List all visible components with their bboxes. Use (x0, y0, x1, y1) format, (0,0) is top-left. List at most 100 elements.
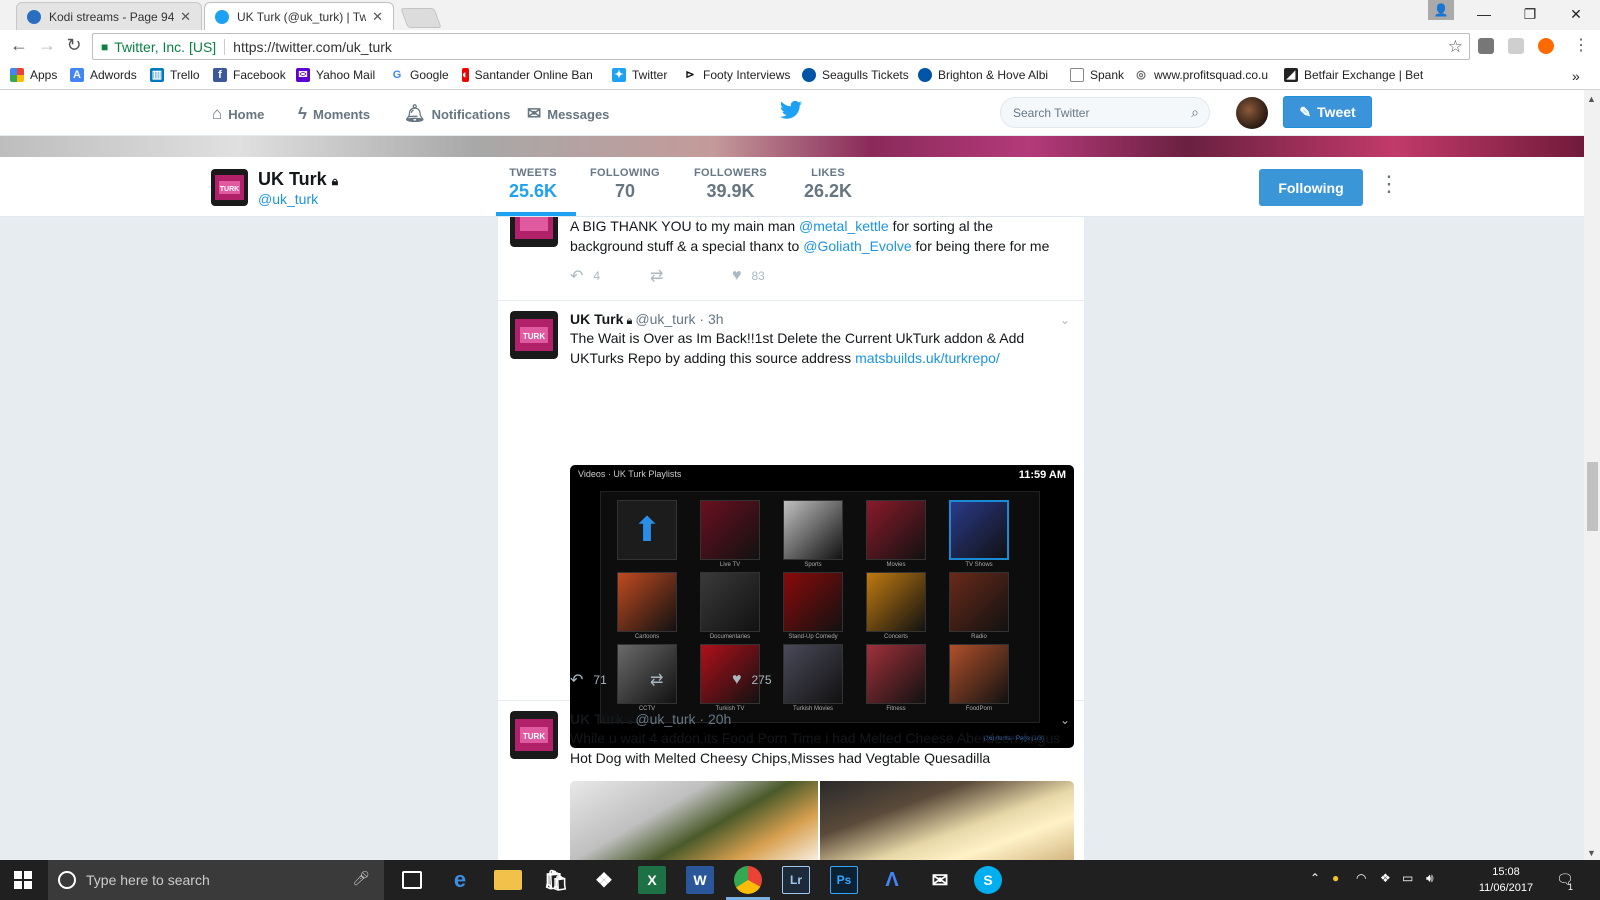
tweet[interactable]: A BIG THANK YOU to my main man @metal_ke… (498, 217, 1084, 301)
excel-icon[interactable]: X (638, 866, 666, 894)
bookmark-brighton-hove[interactable]: Brighton & Hove Albi (918, 68, 1056, 82)
mention-link[interactable]: @metal_kettle (799, 218, 889, 234)
tweet-author-handle[interactable]: @uk_turk (635, 711, 695, 727)
volume-icon[interactable]: 🔊︎ (1426, 871, 1434, 886)
reply-action[interactable]: ↶ 71 (570, 670, 650, 690)
file-explorer-icon[interactable] (494, 870, 522, 890)
restore-button[interactable]: ❐ (1510, 2, 1550, 26)
profile-avatar[interactable]: TURK (211, 169, 248, 206)
scroll-up-arrow-icon[interactable]: ▲ (1587, 94, 1596, 104)
scroll-down-arrow-icon[interactable]: ▼ (1587, 848, 1596, 858)
more-options-icon[interactable]: ⋮ (1378, 171, 1400, 197)
wifi-icon[interactable]: ◠ (1356, 871, 1366, 885)
tweet-timestamp[interactable]: · 3h (699, 311, 723, 327)
food-photo-quesadilla[interactable] (820, 781, 1074, 860)
tweet[interactable]: TURK ⌄ UK Turk 🔒︎ @uk_turk · 3h The Wait… (498, 301, 1084, 748)
search-icon[interactable]: ⌕ (1191, 104, 1199, 121)
bookmark-twitter[interactable]: ✦ Twitter (612, 68, 667, 82)
norton-icon[interactable]: ● (1332, 871, 1339, 885)
extension-icon[interactable] (1478, 38, 1494, 54)
adwords-editor-icon[interactable]: Λ (878, 866, 906, 894)
tweet[interactable]: TURK ⌄ UK Turk 🔒︎ @uk_turk · 20h While u… (498, 701, 1084, 860)
word-icon[interactable]: W (686, 866, 714, 894)
photoshop-icon[interactable]: Ps (830, 866, 858, 894)
tweet-avatar[interactable]: TURK (510, 711, 558, 759)
extension-icon[interactable] (1508, 38, 1524, 54)
forward-arrow-icon[interactable]: → (36, 35, 58, 56)
profile-handle[interactable]: @uk_turk (258, 191, 318, 207)
twitter-bird-icon[interactable] (780, 100, 802, 120)
nav-home[interactable]: ⌂ Home (212, 104, 264, 124)
close-window-button[interactable]: ✕ (1556, 2, 1596, 26)
tab-close-icon[interactable]: ✕ (372, 9, 383, 25)
back-arrow-icon[interactable]: ← (8, 35, 30, 56)
tweet-author-name[interactable]: UK Turk (570, 711, 623, 727)
bookmark-facebook[interactable]: f Facebook (213, 68, 286, 82)
compose-tweet-button[interactable]: ✎ Tweet (1283, 96, 1372, 128)
stat-following[interactable]: FOLLOWING 70 (590, 167, 660, 202)
tweet-timestamp[interactable]: · 20h (699, 711, 731, 727)
tweet-url-link[interactable]: matsbuilds.uk/turkrepo/ (855, 350, 1000, 366)
mail-icon[interactable]: ✉ (926, 866, 954, 894)
system-clock[interactable]: 15:08 11/06/2017 (1478, 864, 1534, 896)
bookmark-adwords[interactable]: A Adwords (70, 68, 137, 82)
bookmark-betfair[interactable]: ◢ Betfair Exchange | Bet (1284, 68, 1424, 82)
stat-tweets[interactable]: TWEETS 25.6K (509, 167, 557, 202)
dropbox-icon[interactable]: ❖ (590, 866, 618, 894)
bookmark-trello[interactable]: ▥ Trello (150, 68, 200, 82)
dropbox-tray-icon[interactable]: ❖ (1380, 871, 1391, 885)
nav-notifications[interactable]: 🔔︎ Notifications (404, 104, 510, 124)
task-view-icon[interactable] (402, 871, 422, 889)
bookmark-footy-interviews[interactable]: ⊳ Footy Interviews (683, 68, 790, 82)
retweet-action[interactable]: ⇄ (650, 266, 732, 286)
battery-icon[interactable]: ▭ (1402, 871, 1413, 885)
show-hidden-icons-chevron-icon[interactable]: ⌃ (1310, 871, 1320, 885)
bookmarks-overflow-icon[interactable]: » (1572, 68, 1580, 84)
browser-profile-icon[interactable]: 👤 (1428, 0, 1454, 20)
bookmark-profitsquad[interactable]: ◎ www.profitsquad.co.u (1134, 68, 1270, 82)
reload-icon[interactable]: ↻ (63, 35, 85, 56)
bookmark-yahoo-mail[interactable]: ✉ Yahoo Mail (296, 68, 375, 82)
scrollbar-thumb[interactable] (1587, 462, 1598, 531)
bookmark-seagulls-tickets[interactable]: Seagulls Tickets (802, 68, 909, 82)
retweet-action[interactable]: ⇄ (650, 670, 732, 690)
browser-menu-icon[interactable]: ⋮ (1570, 35, 1592, 55)
like-action[interactable]: ♥ 83 (732, 267, 765, 285)
stat-followers[interactable]: FOLLOWERS 39.9K (694, 167, 767, 202)
following-button[interactable]: Following (1259, 169, 1363, 206)
bookmark-santander[interactable]: ◐ Santander Online Ban (462, 68, 592, 82)
like-action[interactable]: ♥ 275 (732, 671, 772, 689)
tweet-avatar[interactable]: TURK (510, 311, 558, 359)
tab-close-icon[interactable]: ✕ (180, 9, 191, 25)
tab-kodi-streams[interactable]: Kodi streams - Page 94 ✕ (16, 2, 202, 30)
lightroom-icon[interactable]: Lr (782, 866, 810, 894)
address-bar[interactable]: ■ Twitter, Inc. [US] https://twitter.com… (92, 33, 1470, 60)
nav-moments[interactable]: ϟ Moments (298, 104, 370, 124)
tweet-media-photos[interactable] (570, 781, 1074, 860)
nav-messages[interactable]: ✉ Messages (527, 104, 609, 124)
extension-icon[interactable] (1538, 38, 1554, 54)
tweet-author-handle[interactable]: @uk_turk (635, 311, 695, 327)
bookmark-star-icon[interactable]: ☆ (1448, 37, 1463, 57)
food-photo-hotdog[interactable] (570, 781, 818, 860)
new-tab-button[interactable] (400, 8, 442, 28)
tab-uk-turk[interactable]: UK Turk (@uk_turk) | Twi ✕ (204, 2, 394, 30)
bookmark-apps[interactable]: Apps (10, 68, 57, 82)
microphone-icon[interactable]: 🎤︎ (352, 870, 370, 887)
stat-likes[interactable]: LIKES 26.2K (804, 167, 852, 202)
user-avatar[interactable] (1236, 97, 1268, 129)
minimize-button[interactable]: — (1464, 2, 1504, 26)
store-icon[interactable]: 🛍︎ (542, 866, 570, 894)
bookmark-spank[interactable]: Spank (1070, 68, 1124, 82)
edge-browser-icon[interactable]: e (446, 866, 474, 894)
profile-name[interactable]: UK Turk 🔒︎ (258, 169, 338, 190)
chrome-icon[interactable] (734, 866, 762, 894)
bookmark-google[interactable]: G Google (390, 68, 449, 82)
skype-icon[interactable]: S (974, 866, 1002, 894)
search-twitter-input[interactable]: Search Twitter ⌕ (1000, 97, 1210, 128)
mention-link[interactable]: @Goliath_Evolve (803, 238, 911, 254)
windows-start-icon[interactable] (14, 871, 32, 889)
taskbar-search-box[interactable]: Type here to search 🎤︎ (48, 860, 384, 900)
tweet-author-name[interactable]: UK Turk (570, 311, 623, 327)
reply-action[interactable]: ↶ 4 (570, 266, 650, 286)
